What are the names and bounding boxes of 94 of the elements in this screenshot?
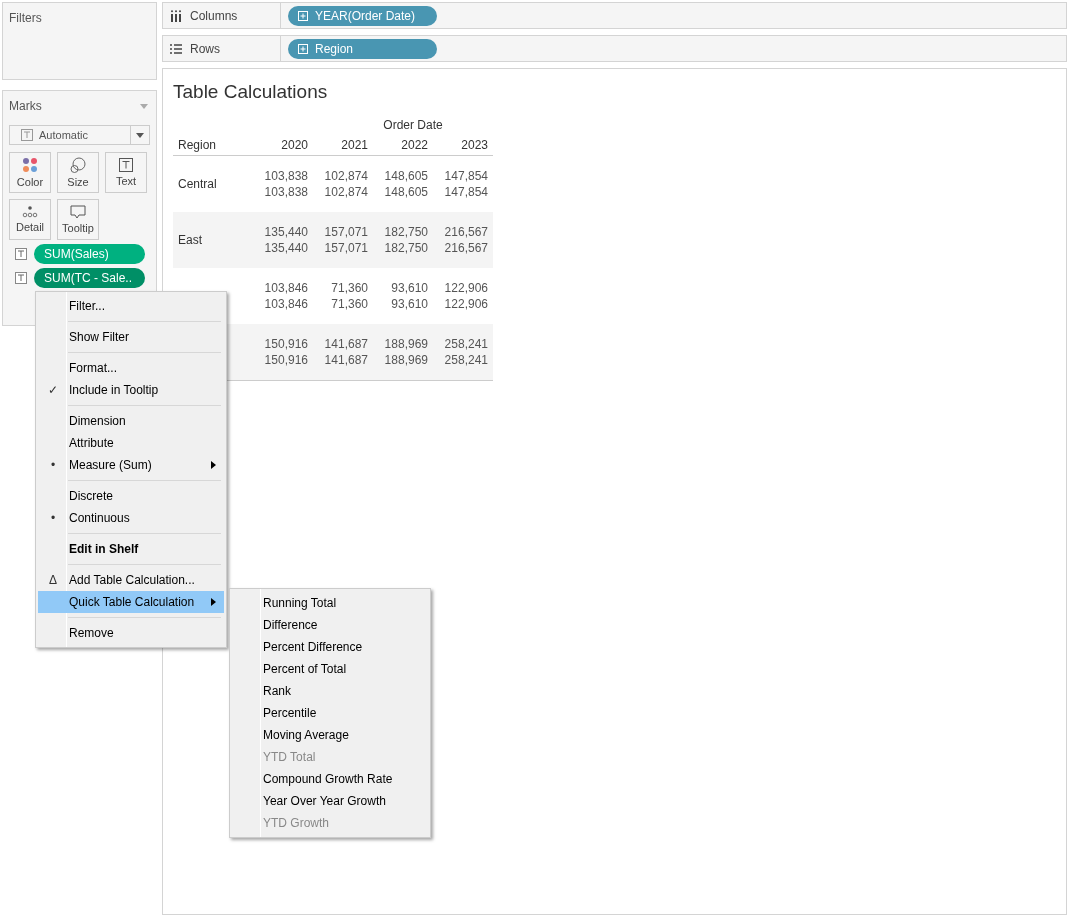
region-label: East (178, 233, 202, 247)
shelf-label: Columns (190, 8, 238, 23)
view-title: Table Calculations (173, 81, 329, 103)
region-label: Central (178, 177, 217, 191)
mark-card[interactable]: Tooltip (57, 199, 99, 240)
text-icon (21, 129, 33, 141)
table-cell: 141,687 (324, 337, 368, 351)
filters-title: Filters (9, 11, 42, 25)
column-group-header: Order Date (383, 118, 443, 132)
menu-mark: • (50, 511, 56, 525)
menu-item[interactable]: Rank (232, 680, 428, 702)
text-icon (15, 248, 27, 260)
row-header: Region (178, 138, 217, 152)
menu-mark: ✓ (48, 383, 58, 397)
detail-dots-icon (22, 206, 38, 218)
mark-card[interactable]: Color (9, 152, 51, 193)
menu-item[interactable]: Dimension (38, 410, 224, 432)
columns-icon (170, 9, 182, 22)
caret-icon[interactable] (140, 103, 148, 109)
table-cell: 103,838 (264, 169, 308, 183)
table-cell: 141,687 (324, 353, 368, 367)
table-cell: 148,605 (384, 169, 428, 183)
table-cell: 157,071 (324, 225, 368, 239)
menu-item[interactable]: • Continuous (38, 507, 224, 529)
mark-card[interactable]: Detail (9, 199, 51, 240)
table-cell: 135,440 (264, 241, 308, 255)
table-cell: 103,846 (264, 297, 308, 311)
table-cell: 71,360 (331, 297, 368, 311)
mark-type-dropdown[interactable]: Automatic (9, 125, 150, 145)
menu-item[interactable]: Percent Difference (232, 636, 428, 658)
menu-item[interactable]: Running Total (232, 592, 428, 614)
column-header: 2020 (281, 138, 308, 152)
table-cell: 148,605 (384, 185, 428, 199)
menu-item[interactable]: ✓ Include in Tooltip (38, 379, 224, 401)
menu-item[interactable]: • Measure (Sum) (38, 454, 224, 476)
menu-item[interactable]: Moving Average (232, 724, 428, 746)
plus-box-icon (298, 10, 308, 21)
menu-item: YTD Total (262, 749, 317, 766)
mark-card[interactable]: Text (105, 152, 147, 193)
table-cell: 216,567 (444, 225, 488, 239)
menu-item[interactable]: Attribute (38, 432, 224, 454)
size-circles-icon (70, 157, 86, 173)
table-cell: 93,610 (391, 297, 428, 311)
table-cell: 103,838 (264, 185, 308, 199)
menu-item[interactable]: Format... (38, 357, 224, 379)
table-cell: 71,360 (331, 281, 368, 295)
rows-icon (170, 43, 182, 54)
menu-item[interactable]: Percentile (232, 702, 428, 724)
table-cell: 147,854 (444, 169, 488, 183)
column-header: 2021 (341, 138, 368, 152)
table-cell: 93,610 (391, 281, 428, 295)
text-icon (119, 158, 133, 172)
table-cell: 103,846 (264, 281, 308, 295)
table-cell: 122,906 (444, 281, 488, 295)
menu-item[interactable]: Quick Table Calculation (38, 591, 224, 613)
table-cell: 188,969 (384, 353, 428, 367)
marks-title: Marks (9, 99, 42, 113)
mark-card[interactable]: Size (57, 152, 99, 193)
plus-box-icon (298, 43, 308, 54)
menu-item[interactable]: Discrete (38, 485, 224, 507)
table-cell: 258,241 (444, 337, 488, 351)
column-header: 2023 (461, 138, 488, 152)
table-cell: 258,241 (444, 353, 488, 367)
table-cell: 188,969 (384, 337, 428, 351)
menu-mark: Δ (49, 573, 57, 587)
color-dots-icon (22, 157, 38, 173)
table-cell: 182,750 (384, 225, 428, 239)
column-header: 2022 (401, 138, 428, 152)
menu-item[interactable]: Percent of Total (232, 658, 428, 680)
table-cell: 150,916 (264, 337, 308, 351)
menu-item[interactable]: Difference (232, 614, 428, 636)
text-icon (15, 272, 27, 284)
table-cell: 157,071 (324, 241, 368, 255)
table-cell: 182,750 (384, 241, 428, 255)
menu-mark: • (50, 458, 56, 472)
table-cell: 102,874 (324, 185, 368, 199)
menu-item[interactable]: Show Filter (38, 326, 224, 348)
menu-item[interactable]: Edit in Shelf (38, 538, 224, 560)
menu-item[interactable]: Remove (38, 622, 224, 644)
menu-item[interactable]: Year Over Year Growth (232, 790, 428, 812)
measure-pill[interactable]: SUM(TC - Sale.. (34, 268, 145, 288)
table-cell: 216,567 (444, 241, 488, 255)
shelf-label: Rows (190, 41, 220, 56)
table-cell: 102,874 (324, 169, 368, 183)
menu-item[interactable]: Filter... (38, 295, 224, 317)
menu-item: YTD Growth (262, 815, 330, 832)
menu-item[interactable]: Δ Add Table Calculation... (38, 569, 224, 591)
table-cell: 122,906 (444, 297, 488, 311)
caret-icon (136, 132, 144, 138)
table-cell: 135,440 (264, 225, 308, 239)
speech-bubble-icon (70, 205, 86, 219)
table-cell: 150,916 (264, 353, 308, 367)
table-cell: 147,854 (444, 185, 488, 199)
menu-item[interactable]: Compound Growth Rate (232, 768, 428, 790)
